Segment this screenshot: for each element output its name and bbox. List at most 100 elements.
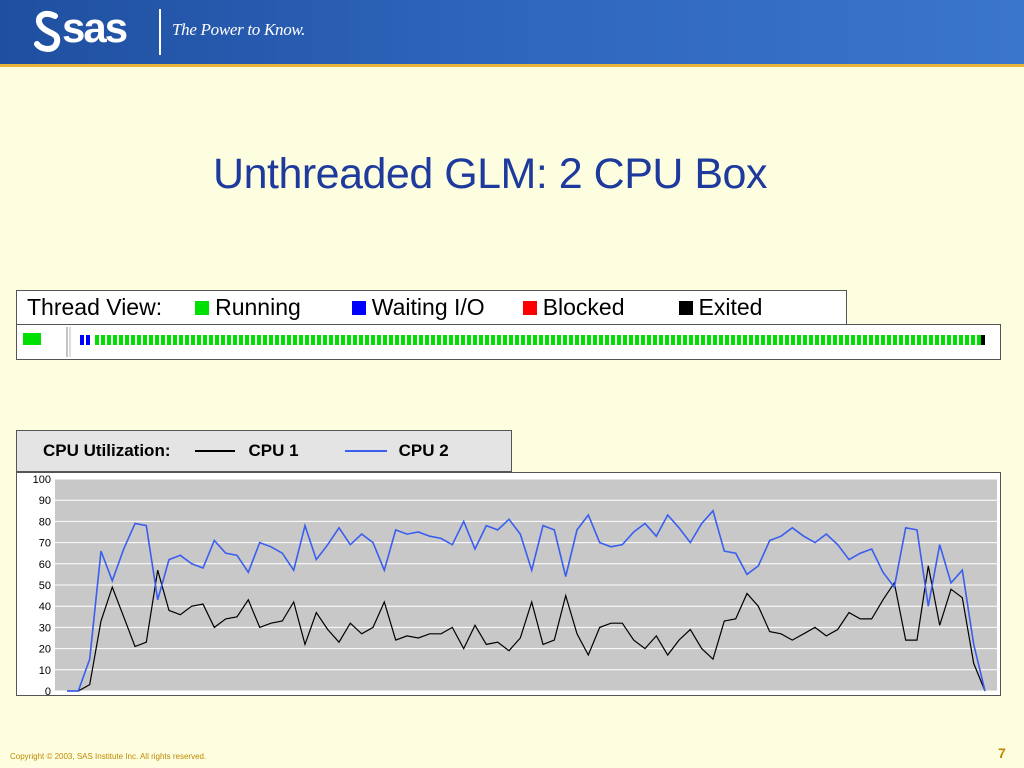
- running-segment: [197, 335, 201, 345]
- thread-view-strip: [16, 324, 1001, 360]
- running-segment: [455, 335, 459, 345]
- running-segment: [365, 335, 369, 345]
- running-segment: [485, 335, 489, 345]
- y-tick-label: 10: [39, 665, 51, 677]
- running-segment: [695, 335, 699, 345]
- cpu2-legend-label: CPU 2: [398, 441, 449, 460]
- thread-timeline: [23, 327, 985, 357]
- running-segment: [221, 335, 225, 345]
- y-tick-label: 90: [39, 495, 51, 507]
- running-segment: [917, 335, 921, 345]
- running-segment: [791, 335, 795, 345]
- running-segment: [911, 335, 915, 345]
- y-tick-label: 0: [45, 686, 51, 695]
- legend-blocked: Blocked: [522, 294, 625, 321]
- running-segment: [539, 335, 543, 345]
- running-segment: [491, 335, 495, 345]
- running-segment: [881, 335, 885, 345]
- running-segment: [965, 335, 969, 345]
- running-segment: [533, 335, 537, 345]
- legend-running: Running: [195, 294, 301, 321]
- copyright-text: Copyright © 2003, SAS Institute Inc. All…: [10, 752, 207, 761]
- thread-current-state-icon: [23, 333, 41, 345]
- legend-blocked-label: Blocked: [542, 294, 625, 320]
- cpu2-legend-line-icon: [344, 450, 387, 452]
- running-segment: [527, 335, 531, 345]
- running-segment: [479, 335, 483, 345]
- waiting-io-segment: [80, 335, 84, 345]
- running-segment: [803, 335, 807, 345]
- running-segment: [293, 335, 297, 345]
- legend-waiting-io: Waiting I/O: [351, 294, 485, 321]
- running-segment: [839, 335, 843, 345]
- tagline: The Power to Know.: [172, 20, 306, 39]
- running-segment: [947, 335, 951, 345]
- cpu-utilization-legend: CPU Utilization: CPU 1 CPU 2: [16, 430, 512, 472]
- running-segment: [821, 335, 825, 345]
- running-segment: [269, 335, 273, 345]
- running-segment: [323, 335, 327, 345]
- running-segment: [845, 335, 849, 345]
- running-segment: [305, 335, 309, 345]
- running-segment: [665, 335, 669, 345]
- running-segment: [449, 335, 453, 345]
- running-segment: [953, 335, 957, 345]
- running-segment: [431, 335, 435, 345]
- legend-exited: Exited: [678, 294, 763, 321]
- legend-exited-label: Exited: [698, 294, 763, 320]
- running-segment: [191, 335, 195, 345]
- y-tick-label: 50: [39, 580, 51, 592]
- running-segment: [899, 335, 903, 345]
- running-segment: [905, 335, 909, 345]
- running-segment: [101, 335, 105, 345]
- running-segment: [683, 335, 687, 345]
- running-segment: [113, 335, 117, 345]
- running-segment: [503, 335, 507, 345]
- running-segment: [95, 335, 99, 345]
- cpu-legend-label: CPU Utilization:: [43, 441, 171, 460]
- running-segment: [467, 335, 471, 345]
- running-segment: [131, 335, 135, 345]
- thread-timeline-segments: [80, 335, 985, 345]
- running-segment: [743, 335, 747, 345]
- running-segment: [833, 335, 837, 345]
- running-segment: [227, 335, 231, 345]
- running-segment: [761, 335, 765, 345]
- y-tick-label: 40: [39, 601, 51, 613]
- running-swatch-icon: [195, 300, 210, 315]
- running-segment: [551, 335, 555, 345]
- thread-legend-label: Thread View:: [27, 294, 163, 320]
- running-segment: [731, 335, 735, 345]
- running-segment: [425, 335, 429, 345]
- exited-segment: [981, 335, 985, 345]
- running-segment: [599, 335, 603, 345]
- running-segment: [209, 335, 213, 345]
- running-segment: [875, 335, 879, 345]
- legend-waiting-io-label: Waiting I/O: [371, 294, 485, 320]
- running-segment: [815, 335, 819, 345]
- running-segment: [857, 335, 861, 345]
- running-segment: [371, 335, 375, 345]
- header-bar: sas The Power to Know.: [0, 0, 1024, 64]
- running-segment: [785, 335, 789, 345]
- running-segment: [623, 335, 627, 345]
- running-segment: [275, 335, 279, 345]
- running-segment: [887, 335, 891, 345]
- running-segment: [329, 335, 333, 345]
- y-tick-label: 30: [39, 622, 51, 634]
- running-segment: [545, 335, 549, 345]
- running-segment: [515, 335, 519, 345]
- running-segment: [563, 335, 567, 345]
- running-segment: [641, 335, 645, 345]
- running-segment: [263, 335, 267, 345]
- running-segment: [125, 335, 129, 345]
- exited-swatch-icon: [678, 300, 693, 315]
- y-tick-label: 80: [39, 516, 51, 528]
- running-segment: [203, 335, 207, 345]
- running-segment: [851, 335, 855, 345]
- running-segment: [137, 335, 141, 345]
- running-segment: [317, 335, 321, 345]
- running-segment: [383, 335, 387, 345]
- running-segment: [161, 335, 165, 345]
- running-segment: [287, 335, 291, 345]
